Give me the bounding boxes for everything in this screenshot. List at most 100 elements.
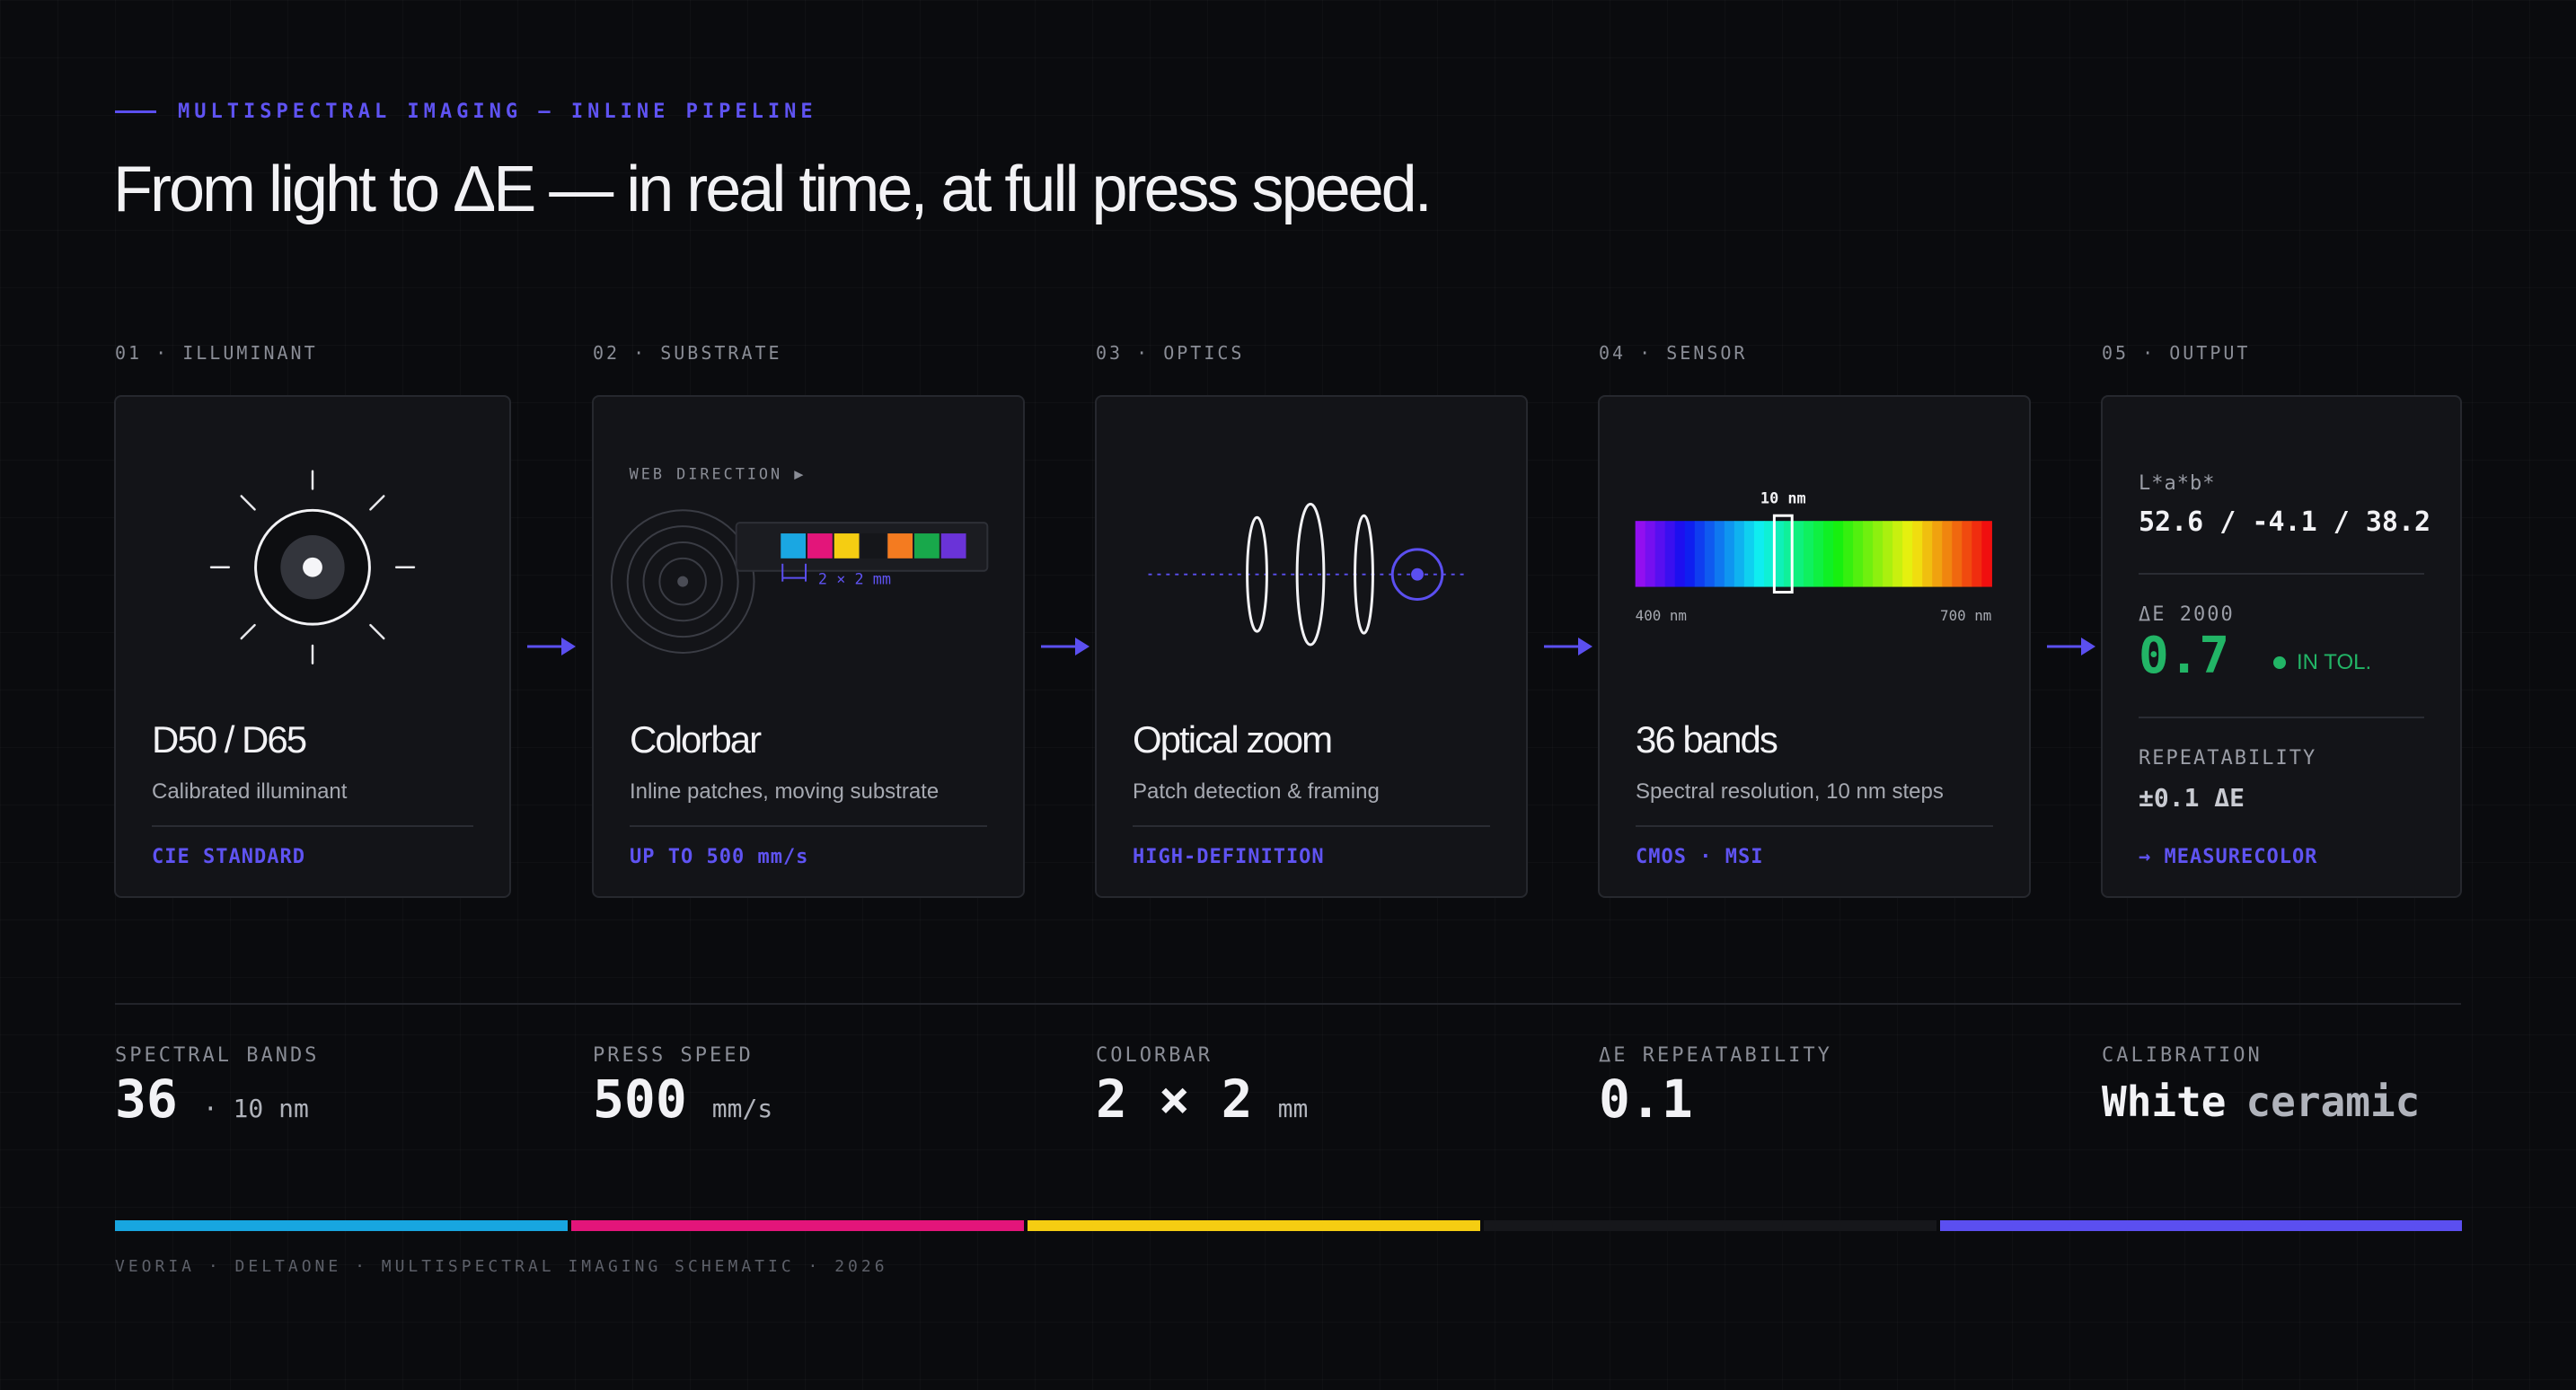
web-direction-label: WEB DIRECTION ▶	[630, 465, 807, 483]
spectral-band	[1922, 521, 1933, 587]
output-divider	[2139, 573, 2424, 575]
strip-black	[1484, 1220, 1936, 1231]
step-desc: Spectral resolution, 10 nm steps	[1636, 779, 1944, 804]
measurecolor-link[interactable]: → MEASURECOLOR	[2139, 846, 2317, 868]
spectral-band	[1873, 521, 1883, 587]
step-name: Colorbar	[630, 718, 762, 761]
footer-text: VEORIA · DELTAONE · MULTISPECTRAL IMAGIN…	[115, 1257, 888, 1276]
strip-magenta	[571, 1220, 1024, 1231]
sun-icon	[209, 470, 416, 664]
stat-value: 2 × 2	[1096, 1069, 1253, 1130]
card-divider	[152, 825, 473, 827]
stat-colorbar: 2 × 2 mm	[1096, 1069, 1308, 1130]
stat-unit: mm	[1277, 1094, 1309, 1123]
spectral-band	[1793, 521, 1804, 587]
stat-label-press-speed: PRESS SPEED	[593, 1044, 754, 1067]
strip-cyan	[115, 1220, 568, 1231]
eyebrow-rule	[115, 110, 156, 113]
spectral-band	[1863, 521, 1874, 587]
band-width-label: 10 nm	[1760, 488, 1806, 506]
stats-divider	[115, 1003, 2461, 1005]
spectral-band	[1635, 521, 1646, 587]
stat-unit: mm/s	[711, 1094, 773, 1123]
step-desc: Inline patches, moving substrate	[630, 779, 940, 804]
step-desc: Calibrated illuminant	[152, 779, 348, 804]
step-name: D50 / D65	[152, 718, 307, 761]
card-substrate: WEB DIRECTION ▶ 2 × 2 mm Colorbar Inline…	[592, 395, 1025, 898]
step-name: Optical zoom	[1133, 718, 1333, 761]
card-divider	[630, 825, 987, 827]
spectral-band	[1704, 521, 1716, 587]
stat-value: 36	[115, 1069, 178, 1130]
spectral-band	[1743, 521, 1755, 587]
delta-e-label: ΔE 2000	[2139, 603, 2235, 626]
stat-de-repeatability: 0.1	[1599, 1069, 1693, 1130]
spectral-band	[1883, 521, 1893, 587]
range-start-label: 400 nm	[1636, 607, 1687, 624]
step-tag: HIGH-DEFINITION	[1133, 846, 1325, 868]
stat-label-de-repeatability: ΔE REPEATABILITY	[1599, 1044, 1832, 1067]
status-text: IN TOL.	[2297, 650, 2372, 674]
tolerance-status: IN TOL.	[2273, 650, 2371, 675]
color-patch	[834, 533, 860, 559]
stat-value: White	[2102, 1078, 2227, 1126]
spectral-band	[1684, 521, 1696, 587]
arrow-right-icon	[1041, 638, 1090, 655]
card-illuminant: D50 / D65 Calibrated illuminant CIE STAN…	[114, 395, 511, 898]
spectral-bands	[1635, 521, 1992, 587]
spectral-band	[1753, 521, 1765, 587]
stat-value: 500	[593, 1069, 687, 1130]
card-output: L*a*b* 52.6 / -4.1 / 38.2 ΔE 2000 0.7 IN…	[2101, 395, 2462, 898]
stat-label-calibration: CALIBRATION	[2102, 1044, 2263, 1067]
eyebrow: MULTISPECTRAL IMAGING — INLINE PIPELINE	[115, 101, 817, 123]
spectral-band	[1932, 521, 1943, 587]
spectral-band	[1902, 521, 1913, 587]
spectral-band	[1763, 521, 1775, 587]
step-tag: CIE STANDARD	[152, 846, 305, 868]
stat-value-secondary: ceramic	[2245, 1078, 2421, 1126]
stat-press-speed: 500 mm/s	[593, 1069, 772, 1130]
spectral-band	[1912, 521, 1923, 587]
stat-spectral-bands: 36 · 10 nm	[115, 1069, 309, 1130]
step-desc: Patch detection & framing	[1133, 779, 1380, 804]
spectral-band	[1664, 521, 1676, 587]
step-label-optics: 03 · OPTICS	[1096, 342, 1245, 364]
spectral-band	[1833, 521, 1844, 587]
spectral-band	[1724, 521, 1735, 587]
page-title: From light to ΔE — in real time, at full…	[113, 154, 1433, 225]
stat-label-spectral-bands: SPECTRAL BANDS	[115, 1044, 320, 1067]
spectral-band	[1843, 521, 1854, 587]
spectral-band	[1654, 521, 1666, 587]
color-patch	[940, 533, 966, 559]
step-label-substrate: 02 · SUBSTRATE	[593, 342, 782, 364]
card-divider	[1133, 825, 1490, 827]
color-patch	[887, 533, 913, 559]
lab-value: 52.6 / -4.1 / 38.2	[2139, 506, 2431, 538]
stat-calibration: White ceramic	[2102, 1078, 2420, 1126]
stat-label-colorbar: COLORBAR	[1096, 1044, 1213, 1067]
color-patch	[781, 533, 807, 559]
range-end-label: 700 nm	[1940, 607, 1991, 624]
spectral-band	[1892, 521, 1903, 587]
step-label-output: 05 · OUTPUT	[2102, 342, 2251, 364]
stat-unit: · 10 nm	[202, 1094, 309, 1123]
delta-e-value: 0.7	[2139, 627, 2230, 685]
spectral-band	[1674, 521, 1686, 587]
colorbar-illustration: WEB DIRECTION ▶ 2 × 2 mm	[610, 465, 989, 654]
patch-size-label: 2 × 2 mm	[818, 570, 891, 588]
spectral-band	[1813, 521, 1824, 587]
card-divider	[1636, 825, 1993, 827]
spectral-band	[1645, 521, 1656, 587]
step-label-sensor: 04 · SENSOR	[1599, 342, 1748, 364]
spectral-band	[1803, 521, 1814, 587]
step-label-illuminant: 01 · ILLUMINANT	[115, 342, 318, 364]
spectral-band	[1952, 521, 1963, 587]
spectral-band	[1853, 521, 1864, 587]
arrow-right-icon	[2047, 638, 2095, 655]
color-patch	[807, 533, 833, 559]
arrow-right-icon	[1544, 638, 1592, 655]
spectral-band	[1962, 521, 1972, 587]
spectral-band	[1694, 521, 1706, 587]
spectrum-illustration: 10 nm 400 nm 700 nm	[1635, 488, 1992, 624]
color-patch	[860, 533, 887, 559]
